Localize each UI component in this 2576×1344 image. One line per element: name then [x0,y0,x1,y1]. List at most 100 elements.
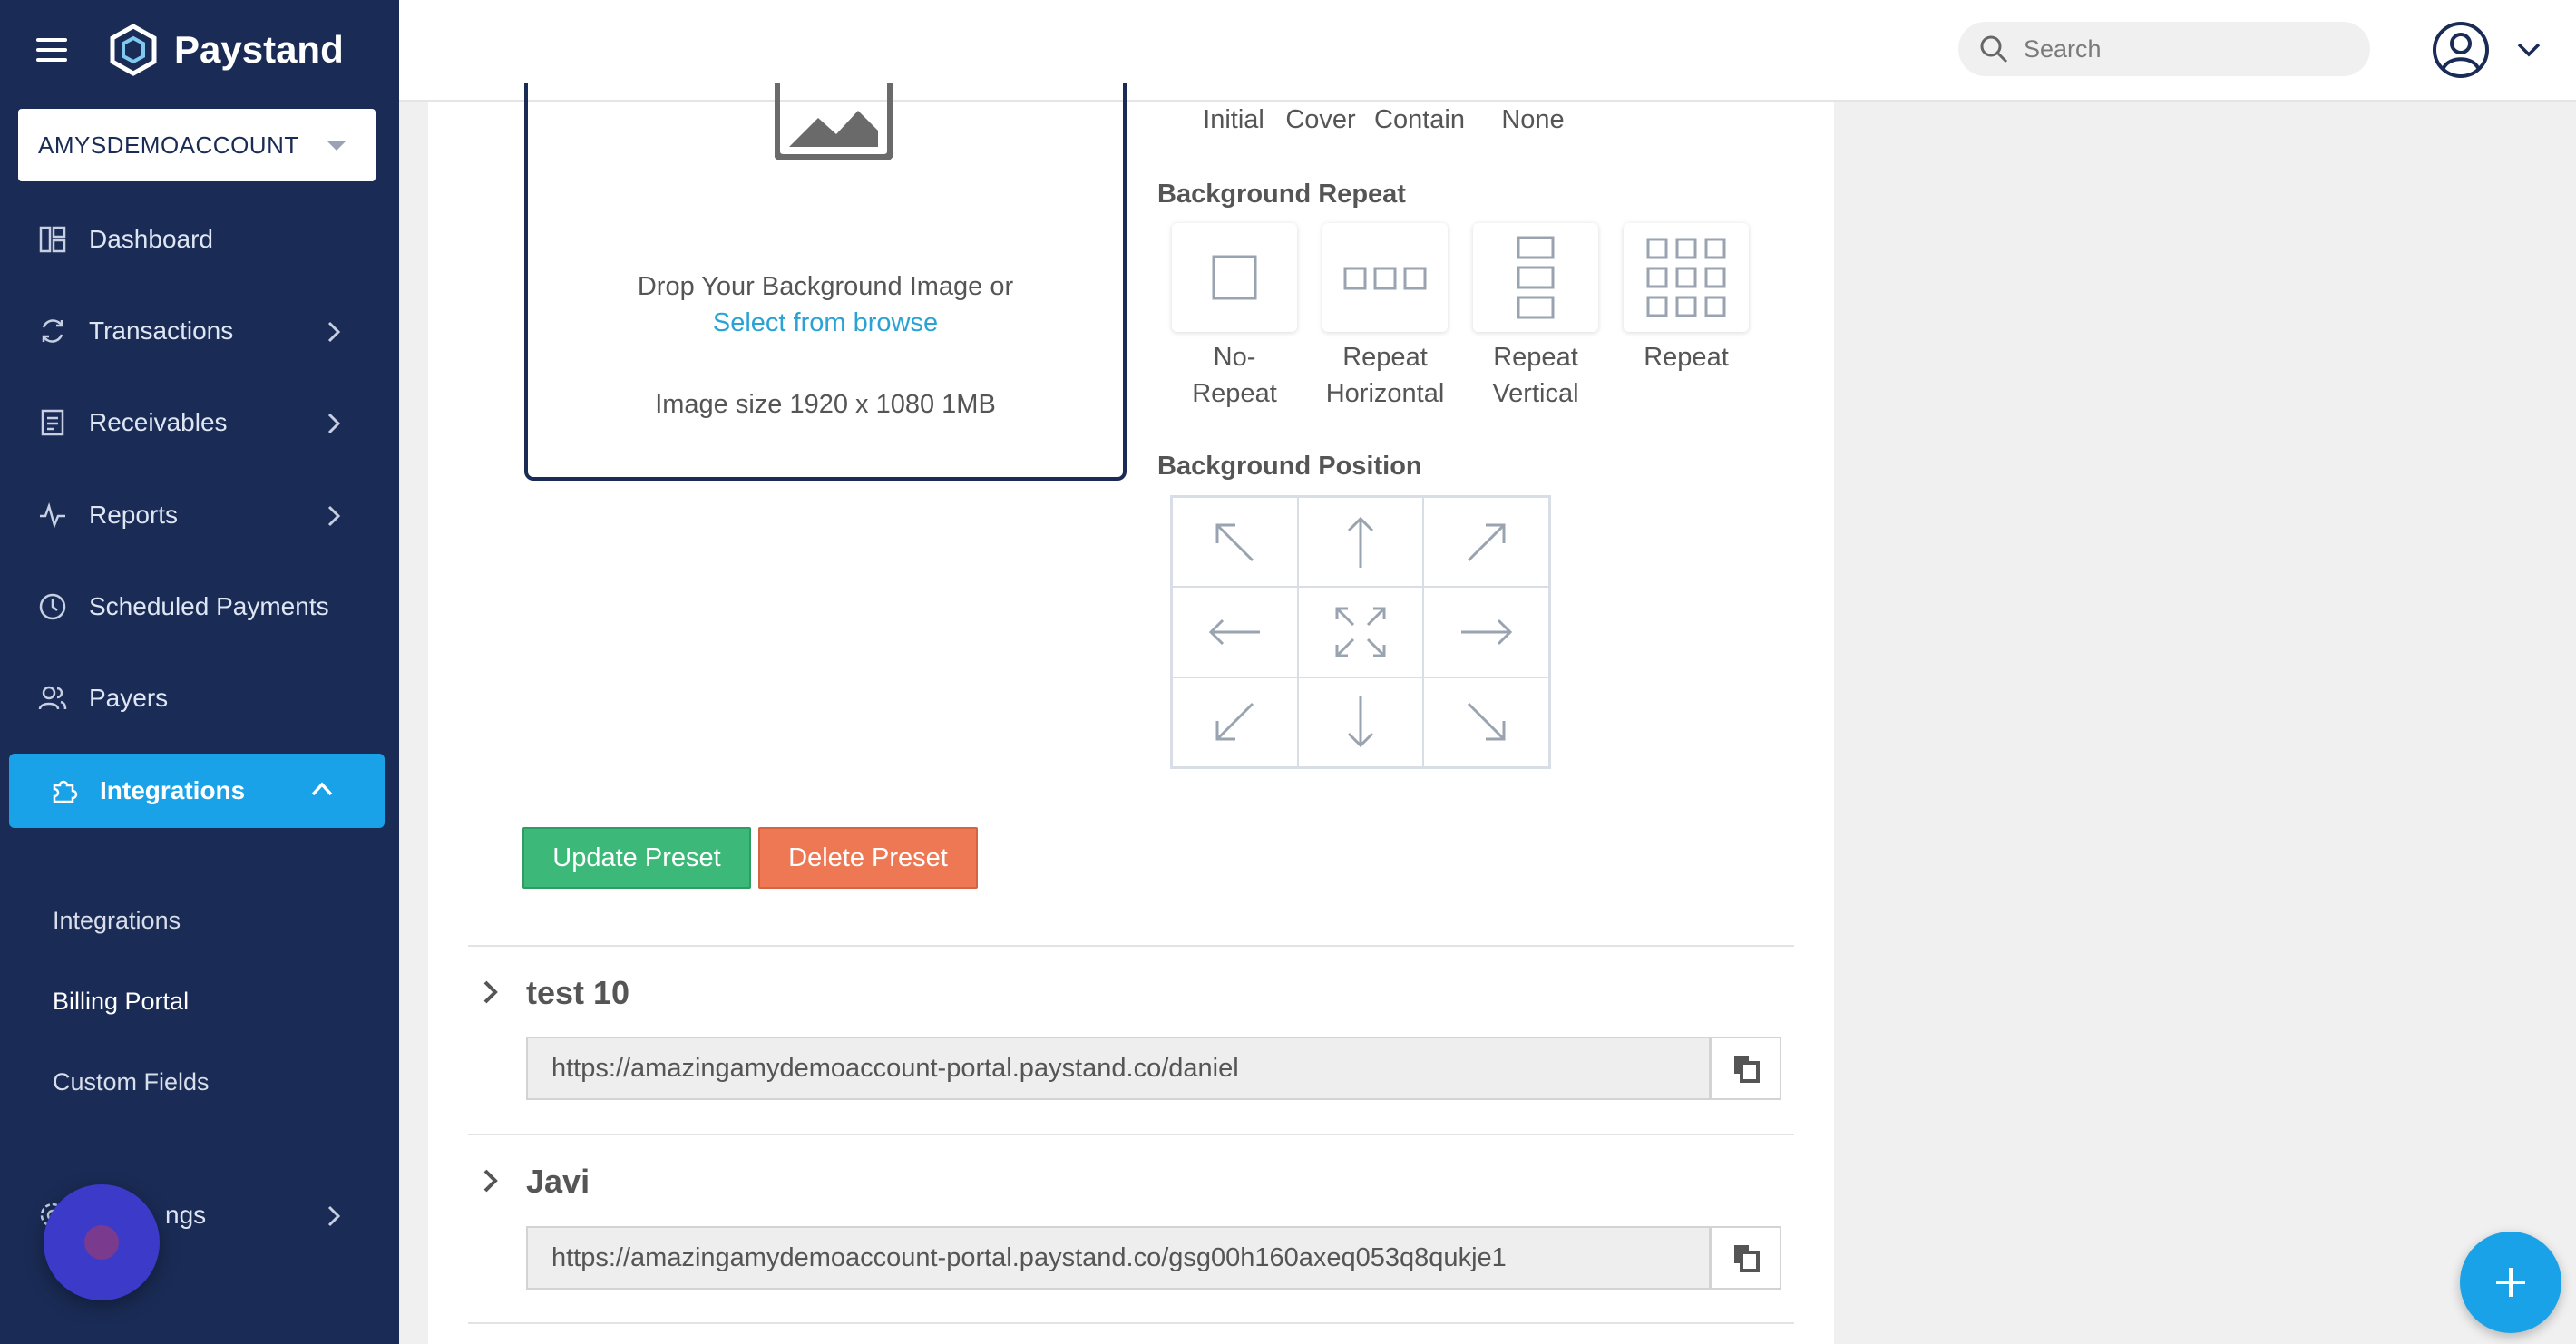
puzzle-icon [47,774,80,807]
paystand-logo[interactable]: Paystand [107,24,344,76]
repeat-option-no-repeat[interactable] [1172,223,1297,332]
paystand-logo-icon [110,24,157,76]
refresh-icon [36,315,69,347]
arrow-down-icon [1347,696,1374,748]
copy-url-button[interactable] [1711,1037,1781,1100]
background-repeat-title: Background Repeat [1157,180,1406,209]
arrow-up-right-icon [1467,523,1506,561]
dropzone-instructions: Drop Your Background Image or [637,272,1014,301]
background-image-dropzone[interactable]: Drop Your Background Image or Select fro… [524,83,1127,481]
sidebar-item-label: Reports [89,501,179,529]
sidebar-header: Paystand [0,0,399,100]
account-select-value: AMYSDEMOACCOUNT [38,131,299,159]
sidebar-item-scheduled-payments[interactable]: Scheduled Payments [0,570,399,643]
repeat-label-line: Repeat [1493,343,1578,372]
account-select[interactable]: AMYSDEMOACCOUNT [18,109,376,181]
chevron-right-icon [327,1205,341,1227]
billing-portal-editor: Drop Your Background Image or Select fro… [428,83,1834,1344]
arrow-up-icon [1347,516,1374,568]
hamburger-menu-icon[interactable] [36,38,67,62]
repeat-label-line: Repeat [1644,343,1729,372]
clock-icon [36,590,69,623]
add-button[interactable] [2460,1232,2561,1333]
subnav-item-billing-portal[interactable]: Billing Portal [53,988,189,1016]
repeat-label-line: Repeat [1192,379,1277,408]
divider [468,1322,1794,1324]
divider [468,945,1794,947]
repeat-label-repeat: Repeat [1609,339,1763,375]
document-icon [36,406,69,439]
sidebar-item-payers[interactable]: Payers [0,662,399,735]
size-option-none[interactable]: None [1469,105,1596,135]
arrow-left-icon [1209,618,1261,646]
position-bottom-right[interactable] [1423,677,1549,767]
repeat-label-line: Vertical [1492,379,1579,408]
repeat-option-horizontal[interactable] [1322,223,1448,332]
search-placeholder: Search [2024,34,2102,63]
background-position-grid [1170,495,1551,769]
repeat-label-vertical: Repeat Vertical [1459,339,1613,412]
sidebar-item-label: ngs [165,1201,207,1229]
arrow-right-icon [1460,618,1512,646]
position-bottom-center[interactable] [1297,677,1424,767]
search-icon [1980,35,2008,63]
sidebar-item-reports[interactable]: Reports [0,479,399,551]
sidebar-item-transactions[interactable]: Transactions [0,295,399,367]
chevron-right-icon [327,413,341,434]
chevron-up-icon [311,782,333,796]
copy-icon [1734,1245,1760,1272]
select-from-browse-link[interactable]: Select from browse [528,308,1123,338]
divider [468,1134,1794,1135]
horizontal-squares-icon [1343,267,1427,290]
repeat-label-no-repeat: No- Repeat [1157,339,1312,412]
chevron-right-icon[interactable] [483,979,499,1005]
position-center-left[interactable] [1172,587,1298,677]
position-bottom-left[interactable] [1172,677,1298,767]
preset-name[interactable]: Javi [526,1163,590,1201]
sidebar-item-label: Transactions [89,317,234,345]
arrow-down-left-icon [1215,703,1254,741]
repeat-label-horizontal: Repeat Horizontal [1308,339,1462,412]
delete-preset-button[interactable]: Delete Preset [758,827,978,889]
sidebar-item-dashboard[interactable]: Dashboard [0,203,399,276]
repeat-label-line: No- [1213,343,1256,372]
sidebar-item-label: Integrations [100,776,246,804]
repeat-label-line: Horizontal [1325,379,1445,408]
app-name: Paystand [174,28,344,71]
assistant-bubble-button[interactable] [44,1184,160,1300]
arrow-up-left-icon [1215,523,1254,561]
preset-url-field[interactable]: https://amazingamydemoaccount-portal.pay… [526,1037,1711,1100]
sidebar-item-label: Dashboard [89,225,213,253]
sidebar-item-integrations[interactable]: Integrations [9,754,385,828]
search-input[interactable]: Search [1958,22,2370,76]
chevron-right-icon[interactable] [483,1168,499,1193]
grid-squares-icon [1646,238,1726,317]
chevron-down-icon[interactable] [2516,42,2542,58]
background-position-title: Background Position [1157,452,1422,481]
chevron-right-icon [327,321,341,343]
sidebar-item-receivables[interactable]: Receivables [0,386,399,459]
repeat-option-vertical[interactable] [1473,223,1598,332]
sidebar: Paystand AMYSDEMOACCOUNT Dashboard Trans… [0,0,399,1344]
position-top-center[interactable] [1297,497,1424,588]
sidebar-item-label: Payers [89,684,169,712]
update-preset-button[interactable]: Update Preset [522,827,751,889]
user-avatar-icon[interactable] [2431,20,2491,80]
preset-url-field[interactable]: https://amazingamydemoaccount-portal.pay… [526,1226,1711,1290]
arrow-down-right-icon [1467,703,1506,741]
position-center[interactable] [1297,587,1424,677]
position-center-right[interactable] [1423,587,1549,677]
size-option-contain[interactable]: Contain [1356,105,1483,135]
copy-url-button[interactable] [1711,1226,1781,1290]
preset-name[interactable]: test 10 [526,974,629,1012]
repeat-option-repeat[interactable] [1624,223,1749,332]
repeat-label-line: Repeat [1342,343,1428,372]
position-top-right[interactable] [1423,497,1549,588]
position-top-left[interactable] [1172,497,1298,588]
copy-icon [1734,1056,1760,1083]
chevron-right-icon [327,505,341,527]
sidebar-item-label: Receivables [89,408,228,436]
subnav-item-custom-fields[interactable]: Custom Fields [53,1068,210,1096]
caret-down-icon [327,141,346,151]
subnav-item-integrations[interactable]: Integrations [53,907,181,935]
